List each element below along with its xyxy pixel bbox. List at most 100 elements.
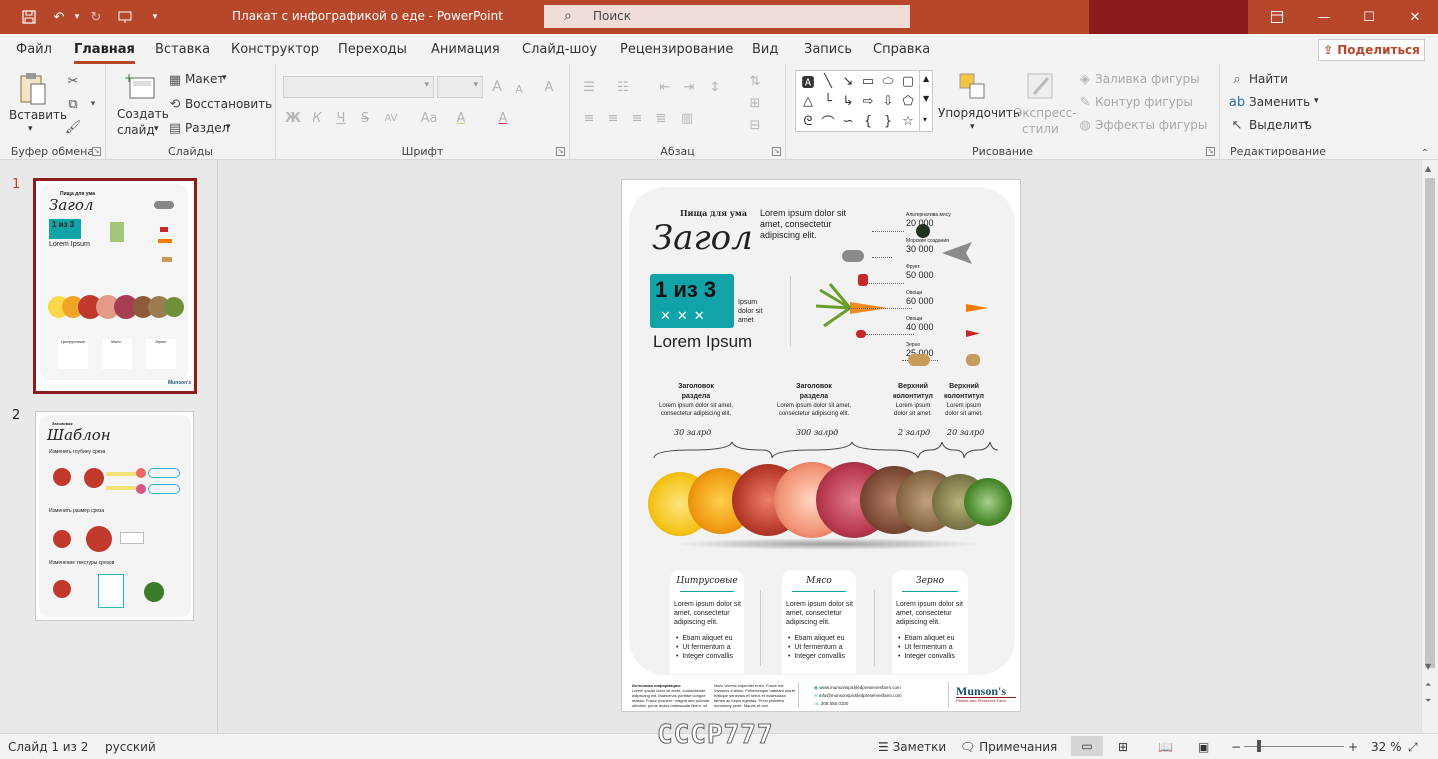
tab-file[interactable]: Файл — [16, 42, 52, 57]
curve-shape-icon[interactable]: ∽ — [838, 112, 858, 130]
left-brace-shape-icon[interactable]: { — [858, 112, 878, 130]
find-button[interactable]: ⌕ Найти — [1228, 70, 1328, 90]
elbow-connector-icon[interactable]: └ — [818, 92, 838, 110]
copy-dropdown-icon[interactable]: ▾ — [84, 95, 102, 113]
tab-transitions[interactable]: Переходы — [338, 42, 407, 57]
drawing-launcher-icon[interactable]: ↘ — [1206, 147, 1215, 156]
change-case-icon[interactable]: Aa — [416, 109, 442, 127]
next-slide-icon[interactable]: ⏷ — [1425, 696, 1431, 706]
font-size-select[interactable]: ▾ — [437, 76, 483, 98]
column-1[interactable]: Цитрусовые Lorem ipsum dolor sit amet, c… — [670, 570, 744, 674]
present-icon[interactable] — [116, 8, 134, 26]
section-2[interactable]: Заголовок раздела Lorem ipsum dolor sit … — [768, 382, 860, 418]
slide-editor-canvas[interactable]: Пища для ума Загол Lorem ipsum dolor sit… — [219, 160, 1421, 733]
comments-button[interactable]: 🗨 Примечания — [960, 740, 1057, 754]
textbox-shape-icon[interactable]: 🅰 — [798, 72, 818, 91]
account-area[interactable] — [1089, 0, 1248, 34]
undo-icon[interactable]: ↶ — [50, 8, 68, 26]
footer-contacts[interactable]: ◉ www.munsonspickledpreservesfarm.com ✉ … — [814, 684, 902, 708]
right-brace-shape-icon[interactable]: } — [878, 112, 898, 130]
tab-home[interactable]: Главная — [74, 42, 135, 64]
line-shape-icon[interactable]: ╲ — [818, 72, 838, 90]
footer-note[interactable]: Nunc viverra imperdiet enim. Fusce est. … — [714, 683, 795, 708]
new-slide-button[interactable]: + Создать слайд ▾ — [112, 70, 169, 138]
redo-icon[interactable]: ↻ — [87, 8, 105, 26]
section-3[interactable]: Верхний колонтитул Lorem ipsum dolor sit… — [884, 382, 942, 418]
column-2[interactable]: Мясо Lorem ipsum dolor sit amet, consect… — [782, 570, 856, 674]
font-launcher-icon[interactable]: ↘ — [556, 147, 565, 156]
normal-view-icon[interactable]: ▭ — [1071, 736, 1103, 756]
align-text-icon[interactable]: ⊞ — [746, 94, 764, 112]
save-icon[interactable] — [20, 8, 38, 26]
format-painter-icon[interactable]: 🖌 — [64, 118, 82, 136]
tab-view[interactable]: Вид — [752, 42, 778, 57]
customize-icon[interactable]: ▾ — [146, 8, 164, 26]
italic-icon[interactable]: К — [308, 109, 326, 127]
language-indicator[interactable]: русский — [105, 740, 156, 754]
character-spacing-icon[interactable]: AV — [382, 109, 400, 127]
section-button[interactable]: ▤ Раздел ▾ — [166, 118, 270, 138]
footer-sources[interactable]: Источники информации: Lorem ipsum dolor … — [632, 683, 710, 708]
increase-indent-icon[interactable]: ⇥ — [680, 78, 698, 96]
rectangle-shape-icon[interactable]: ▭ — [858, 72, 878, 90]
minimize-icon[interactable]: — — [1309, 6, 1339, 28]
font-color-icon[interactable]: A — [494, 109, 512, 127]
shape-outline-button[interactable]: ✎ Контур фигуры — [1076, 93, 1212, 113]
text-direction-icon[interactable]: ⇅ — [746, 72, 764, 90]
previous-slide-icon[interactable]: ⏶ — [1425, 680, 1431, 690]
zoom-slider-thumb[interactable] — [1257, 740, 1261, 752]
current-slide[interactable]: Пища для ума Загол Lorem ipsum dolor sit… — [621, 179, 1021, 712]
shapes-scroll[interactable]: ▲ ▼ ▾ — [919, 71, 933, 131]
columns-icon[interactable]: ▥ — [678, 109, 696, 127]
bold-icon[interactable]: Ж — [284, 109, 302, 127]
numbering-icon[interactable]: ☷ — [614, 78, 632, 96]
notes-button[interactable]: ☰ Заметки — [878, 740, 946, 754]
line-spacing-icon[interactable]: ↕ — [706, 78, 724, 96]
scroll-up-icon[interactable]: ▲ — [1425, 164, 1431, 173]
font-size-decrease-icon[interactable]: A — [510, 80, 528, 98]
font-size-increase-icon[interactable]: A — [488, 78, 506, 96]
column-3[interactable]: Зерно Lorem ipsum dolor sit amet, consec… — [892, 570, 968, 674]
search-input[interactable]: ⌕ Поиск — [544, 5, 910, 28]
badge-box[interactable]: 1 из 3 ✕✕✕ — [650, 274, 734, 328]
clipboard-launcher-icon[interactable]: ↘ — [92, 147, 101, 156]
slide-title[interactable]: Загол — [652, 218, 753, 258]
slideshow-view-icon[interactable]: ▣ — [1198, 740, 1209, 754]
copy-icon[interactable]: ⧉ — [64, 95, 82, 113]
cut-icon[interactable]: ✂ — [64, 72, 82, 90]
tab-slideshow[interactable]: Слайд-шоу — [522, 42, 597, 57]
align-right-icon[interactable]: ≡ — [628, 109, 646, 127]
bullets-icon[interactable]: ☰ — [580, 78, 598, 96]
star-shape-icon[interactable]: ☆ — [898, 112, 918, 130]
undo-dropdown-icon[interactable]: ▾ — [68, 8, 86, 26]
underline-icon[interactable]: Ч — [332, 109, 350, 127]
arrow-line-shape-icon[interactable]: ↘ — [838, 72, 858, 90]
tab-animations[interactable]: Анимация — [431, 42, 500, 57]
arc-shape-icon[interactable]: ⌒ — [818, 112, 838, 131]
zoom-in-icon[interactable]: + — [1348, 740, 1358, 754]
shape-fill-button[interactable]: ◈ Заливка фигуры — [1076, 70, 1212, 90]
down-arrow-shape-icon[interactable]: ⇩ — [878, 92, 898, 110]
scroll-thumb[interactable] — [1425, 178, 1435, 668]
scroll-down-icon[interactable]: ▼ — [1425, 662, 1431, 671]
zoom-out-icon[interactable]: − — [1231, 740, 1241, 754]
slide-intro[interactable]: Lorem ipsum dolor sit amet, consectetur … — [760, 208, 846, 241]
replace-button[interactable]: ab Заменить ▾ — [1228, 93, 1328, 113]
section-4[interactable]: Верхний колонтитул Lorem ipsum dolor sit… — [936, 382, 992, 418]
tab-review[interactable]: Рецензирование — [620, 42, 733, 57]
right-arrow-shape-icon[interactable]: ⇨ — [858, 92, 878, 110]
quick-styles-button[interactable]: Экспресс- стили — [1012, 70, 1077, 142]
decrease-indent-icon[interactable]: ⇤ — [656, 78, 674, 96]
slide-sorter-icon[interactable]: ⊞ — [1118, 740, 1128, 754]
maximize-icon[interactable]: ☐ — [1354, 6, 1384, 28]
shape-effects-button[interactable]: ◍ Эффекты фигуры — [1076, 116, 1212, 136]
slide-kicker[interactable]: Пища для ума — [680, 208, 747, 218]
slide-thumbnail-2[interactable]: Заголовок Шаблон Изменить глубину среза … — [35, 411, 194, 621]
share-button[interactable]: ⇪ Поделиться — [1318, 39, 1425, 61]
section-1[interactable]: Заголовок раздела Lorem ipsum dolor sit … — [650, 382, 742, 418]
strikethrough-icon[interactable]: S — [356, 109, 374, 127]
fit-slide-icon[interactable]: ⤢ — [1408, 740, 1418, 755]
triangle-shape-icon[interactable]: △ — [798, 92, 818, 110]
pentagon-shape-icon[interactable]: ⬠ — [898, 92, 918, 110]
font-family-select[interactable]: ▾ — [283, 76, 434, 98]
